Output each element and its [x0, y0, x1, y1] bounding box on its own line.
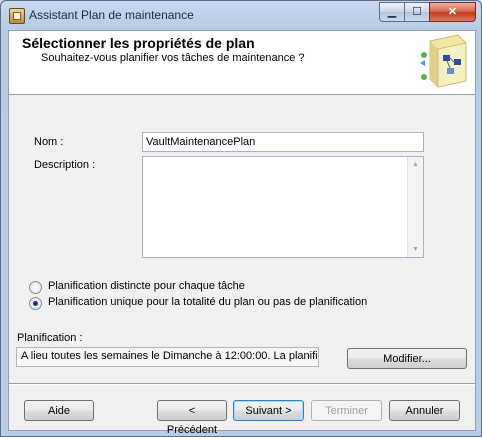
name-label: Nom :: [34, 136, 64, 148]
plan-name-input[interactable]: [142, 132, 424, 152]
modify-schedule-button[interactable]: Modifier...: [347, 348, 467, 369]
description-textarea[interactable]: ▲ ▼: [142, 156, 424, 258]
page-subtitle: Souhaitez-vous planifier vos tâches de m…: [41, 52, 305, 64]
schedule-description-field: A lieu toutes les semaines le Dimanche à…: [16, 347, 319, 367]
description-label: Description :: [34, 159, 96, 171]
close-icon: ✕: [447, 6, 458, 18]
maximize-icon: ☐: [412, 6, 422, 18]
radio-label: Planification distincte pour chaque tâch…: [48, 280, 245, 292]
minimize-button[interactable]: ▁: [379, 2, 405, 22]
dialog-client-area: Sélectionner les propriétés de plan Souh…: [8, 30, 476, 436]
radio-button[interactable]: [29, 297, 42, 310]
window-title: Assistant Plan de maintenance: [29, 8, 194, 22]
wizard-header: Sélectionner les propriétés de plan Souh…: [9, 31, 475, 95]
radio-button[interactable]: [29, 281, 42, 294]
title-bar[interactable]: Assistant Plan de maintenance ▁ ☐ ✕: [1, 1, 481, 30]
close-button[interactable]: ✕: [429, 2, 476, 22]
schedule-label: Planification :: [17, 332, 83, 344]
wizard-window: Assistant Plan de maintenance ▁ ☐ ✕ Séle…: [0, 0, 482, 437]
maximize-button[interactable]: ☐: [404, 2, 430, 22]
next-button[interactable]: Suivant >: [233, 400, 304, 421]
scroll-down-icon[interactable]: ▼: [412, 246, 419, 253]
page-title: Sélectionner les propriétés de plan: [22, 35, 255, 51]
previous-button[interactable]: < Précédent: [157, 400, 227, 436]
wizard-app-icon: [9, 8, 25, 24]
wizard-header-graphic-icon: [420, 34, 467, 88]
finish-button[interactable]: Terminer: [311, 400, 382, 421]
help-button[interactable]: Aide: [24, 400, 94, 421]
scroll-up-icon[interactable]: ▲: [412, 161, 419, 168]
radio-label: Planification unique pour la totalité du…: [48, 296, 368, 308]
footer-separator: [9, 383, 475, 385]
minimize-icon: ▁: [387, 6, 397, 18]
description-scrollbar[interactable]: ▲ ▼: [407, 157, 423, 257]
cancel-button[interactable]: Annuler: [389, 400, 460, 421]
